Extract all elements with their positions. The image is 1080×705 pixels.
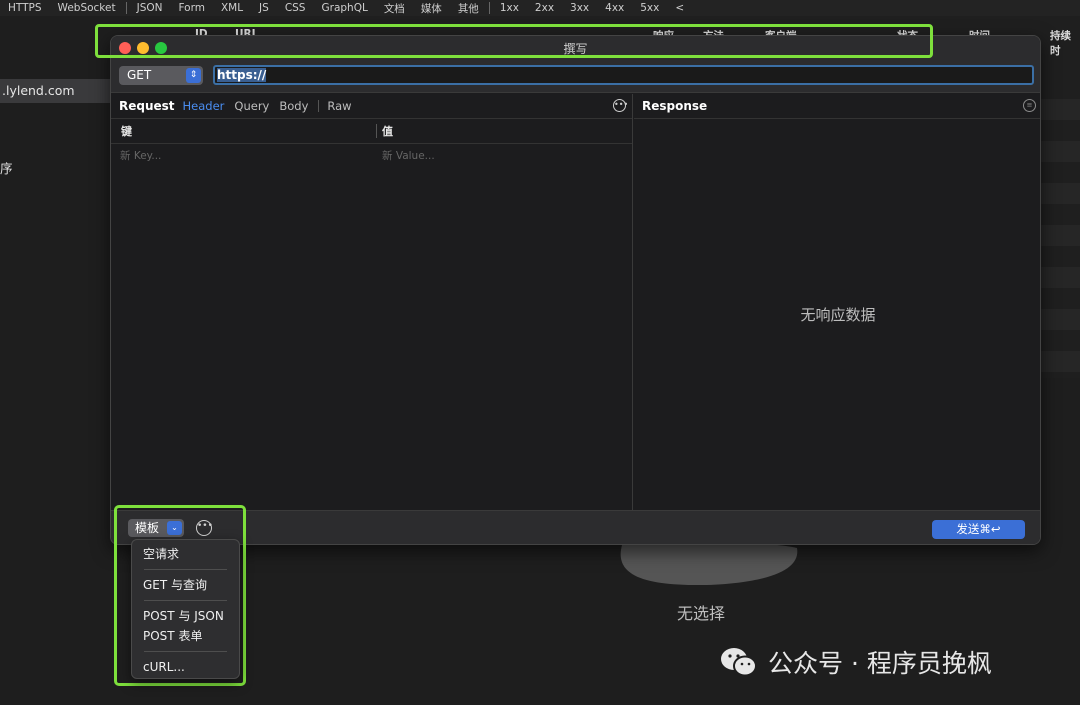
- menu-divider: [144, 651, 227, 652]
- tab-body[interactable]: Body: [279, 99, 308, 113]
- more-icon[interactable]: •••: [613, 99, 628, 112]
- sidebar-item-app[interactable]: 序: [0, 158, 13, 177]
- menu-divider: [144, 600, 227, 601]
- zoom-window-button[interactable]: [155, 42, 167, 54]
- no-response-label: 无响应数据: [800, 306, 876, 324]
- send-button[interactable]: 发送⌘↩: [932, 520, 1025, 539]
- filter-graphql[interactable]: GraphQL: [313, 2, 375, 14]
- filter-bar: HTTPS WebSocket JSON Form XML JS CSS Gra…: [0, 0, 1080, 16]
- watermark: 公众号 · 程序员挽枫: [720, 644, 992, 680]
- template-label: 模板: [135, 521, 160, 535]
- response-title: Response: [642, 99, 708, 113]
- filter-2xx[interactable]: 2xx: [527, 2, 562, 14]
- menu-item-post-json[interactable]: POST 与 JSON: [132, 606, 239, 626]
- new-key-input[interactable]: 新 Key...: [120, 148, 161, 163]
- url-bar: GET ⇕ https://: [111, 60, 1040, 93]
- kv-header: 键 值: [111, 119, 632, 144]
- method-value: GET: [127, 68, 152, 82]
- request-header: Request Header Query Body Raw •••: [111, 94, 632, 119]
- tab-raw[interactable]: Raw: [327, 99, 351, 113]
- chevron-down-icon: ⌄: [167, 521, 182, 535]
- filter-websocket[interactable]: WebSocket: [50, 2, 124, 14]
- key-column-header: 键: [121, 125, 132, 138]
- chevron-updown-icon: ⇕: [186, 68, 201, 83]
- tab-divider: [318, 100, 320, 112]
- filter-divider: [125, 2, 127, 14]
- template-more-icon[interactable]: •••: [196, 520, 213, 536]
- bottom-bar: 发送⌘↩: [111, 510, 1040, 544]
- empty-state-illustration: [620, 541, 798, 586]
- menu-item-empty-request[interactable]: 空请求: [132, 544, 239, 564]
- filter-5xx[interactable]: 5xx: [632, 2, 667, 14]
- window-title: 撰写: [563, 41, 588, 56]
- template-menu: 空请求 GET 与查询 POST 与 JSON POST 表单 cURL...: [131, 539, 240, 679]
- tab-header[interactable]: Header: [183, 99, 225, 113]
- request-title: Request: [119, 99, 175, 113]
- filter-icon[interactable]: ≡: [1023, 99, 1036, 112]
- filter-css[interactable]: CSS: [277, 2, 314, 14]
- filter-media[interactable]: 媒体: [413, 1, 450, 16]
- panes: Request Header Query Body Raw ••• 键 值 新 …: [111, 94, 1040, 510]
- filter-js[interactable]: JS: [251, 2, 277, 14]
- column-divider[interactable]: [376, 124, 377, 138]
- sidebar-item-domain[interactable]: .lylend.com: [0, 79, 110, 103]
- value-column-header: 值: [382, 125, 393, 138]
- empty-state-label: 无选择: [676, 604, 725, 623]
- tab-query[interactable]: Query: [234, 99, 269, 113]
- method-select[interactable]: GET ⇕: [119, 66, 203, 85]
- menu-divider: [144, 569, 227, 570]
- title-bar: 撰写: [111, 36, 1040, 60]
- request-pane: Request Header Query Body Raw ••• 键 值 新 …: [111, 94, 633, 510]
- filter-1xx[interactable]: 1xx: [492, 2, 527, 14]
- close-window-button[interactable]: [119, 42, 131, 54]
- filter-json[interactable]: JSON: [129, 2, 171, 14]
- filter-collapse-icon[interactable]: <: [667, 2, 692, 14]
- column-header-duration[interactable]: 持续时: [1050, 28, 1080, 58]
- menu-item-post-form[interactable]: POST 表单: [132, 626, 239, 646]
- filter-https[interactable]: HTTPS: [0, 2, 50, 14]
- response-pane: Response ≡ 无响应数据: [634, 94, 1040, 510]
- filter-other[interactable]: 其他: [450, 1, 487, 16]
- response-header: Response ≡: [634, 94, 1040, 119]
- template-button[interactable]: 模板 ⌄: [128, 519, 184, 537]
- new-value-input[interactable]: 新 Value...: [382, 148, 435, 163]
- filter-xml[interactable]: XML: [213, 2, 251, 14]
- filter-4xx[interactable]: 4xx: [597, 2, 632, 14]
- menu-item-curl[interactable]: cURL...: [132, 657, 239, 677]
- compose-window: 撰写 GET ⇕ https:// Request Header Query B…: [110, 35, 1041, 545]
- wechat-icon: [720, 646, 758, 678]
- minimize-window-button[interactable]: [137, 42, 149, 54]
- filter-form[interactable]: Form: [170, 2, 212, 14]
- url-value: https://: [217, 68, 267, 82]
- url-input[interactable]: https://: [213, 65, 1034, 85]
- filter-docs[interactable]: 文档: [376, 1, 413, 16]
- filter-divider: [488, 2, 490, 14]
- new-header-row: 新 Key... 新 Value...: [111, 144, 632, 165]
- filter-3xx[interactable]: 3xx: [562, 2, 597, 14]
- menu-item-get-query[interactable]: GET 与查询: [132, 575, 239, 595]
- watermark-text: 公众号 · 程序员挽枫: [768, 649, 992, 678]
